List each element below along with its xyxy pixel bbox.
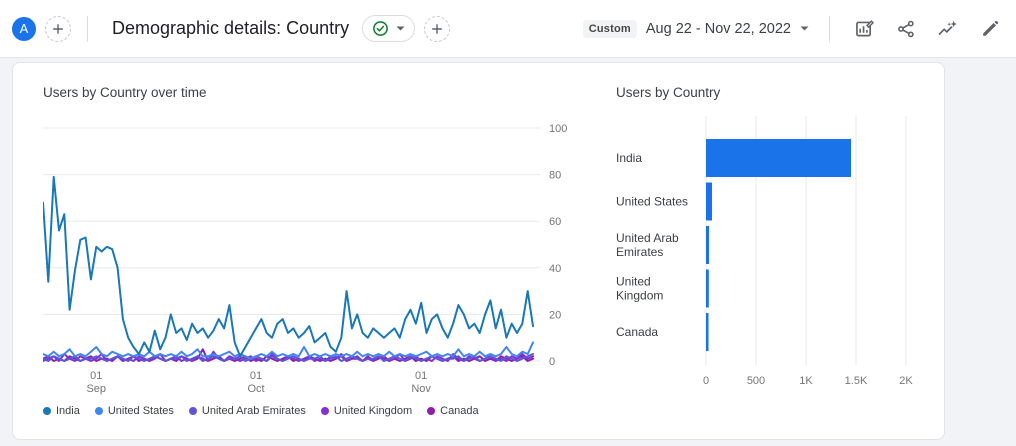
share-button[interactable] — [894, 17, 918, 41]
bar-united-kingdom[interactable] — [706, 269, 709, 308]
legend-label: United Kingdom — [333, 405, 413, 417]
y-axis-tick-label: 40 — [549, 263, 561, 275]
bar-united-states[interactable] — [706, 182, 712, 221]
bar-category-label: United States — [616, 195, 688, 209]
legend-dot-icon — [188, 407, 197, 415]
page-title: Demographic details: Country — [112, 18, 350, 38]
customize-report-button[interactable] — [852, 16, 877, 41]
bar-canada[interactable] — [706, 313, 709, 351]
add-comparison-button[interactable] — [45, 15, 71, 42]
legend-label: Canada — [440, 405, 479, 417]
chevron-down-icon — [800, 26, 809, 31]
date-range-picker[interactable]: Custom Aug 22 - Nov 22, 2022 — [582, 19, 809, 38]
x-axis-tick-label: 1.5K — [845, 375, 868, 387]
users-over-time-line-chart[interactable]: 10080604020001Sep01Oct01Nov — [43, 116, 588, 398]
y-axis-tick-label: 100 — [549, 123, 567, 135]
line-chart-title: Users by Country over time — [43, 85, 207, 100]
x-axis-tick-label: 2K — [899, 375, 913, 387]
share-icon — [896, 19, 916, 39]
bar-category-label: India — [616, 151, 642, 165]
account-avatar[interactable]: A — [12, 16, 36, 41]
check-circle-icon — [372, 20, 389, 37]
legend-label: India — [56, 405, 80, 417]
bar-category-label: Emirates — [616, 245, 663, 259]
x-axis-tick-month: Oct — [247, 383, 264, 395]
legend-dot-icon — [320, 407, 329, 415]
bar-united-arab-emirates[interactable] — [706, 226, 709, 264]
x-axis-tick-month: Nov — [411, 383, 431, 395]
bar-category-label: United — [616, 275, 651, 289]
legend-item: United States — [94, 405, 174, 417]
data-quality-dropdown[interactable] — [362, 15, 416, 42]
chart-legend: India United States United Arab Emirates Un… — [43, 405, 479, 417]
x-axis-tick-day: 01 — [250, 370, 262, 382]
legend-item: United Arab Emirates — [188, 405, 306, 417]
bar-category-label: Canada — [616, 325, 658, 339]
legend-label: United Arab Emirates — [201, 405, 306, 417]
x-axis-tick-label: 500 — [747, 375, 765, 387]
legend-dot-icon — [94, 407, 103, 415]
top-bar: A Demographic details: Country Custom Au… — [0, 0, 1016, 58]
y-axis-tick-label: 0 — [549, 356, 555, 368]
x-axis-tick-day: 01 — [90, 370, 102, 382]
legend-dot-icon — [43, 407, 51, 415]
bar-category-label: Kingdom — [616, 289, 663, 303]
chevron-down-icon — [396, 26, 405, 31]
date-range-label: Aug 22 - Nov 22, 2022 — [645, 20, 791, 37]
top-bar-left: A Demographic details: Country — [12, 15, 451, 42]
x-axis-tick-label: 1K — [799, 375, 813, 387]
legend-dot-icon — [427, 407, 436, 415]
edit-report-button[interactable] — [978, 17, 1002, 41]
bar-india[interactable] — [706, 139, 851, 177]
date-preset-badge: Custom — [582, 19, 637, 38]
y-axis-tick-label: 20 — [549, 309, 561, 321]
bar-chart-title: Users by Country — [616, 85, 721, 100]
y-axis-tick-label: 80 — [549, 170, 561, 182]
legend-label: United States — [107, 405, 174, 417]
legend-item: Canada — [427, 405, 479, 417]
legend-item: United Kingdom — [320, 405, 413, 417]
x-axis-tick-day: 01 — [415, 370, 427, 382]
edit-icon — [980, 19, 1000, 39]
x-axis-tick-month: Sep — [86, 383, 106, 395]
divider — [87, 15, 88, 42]
add-card-button[interactable] — [424, 15, 451, 42]
top-bar-right: Custom Aug 22 - Nov 22, 2022 — [582, 15, 1004, 42]
plus-icon — [52, 23, 64, 35]
legend-item: India — [43, 405, 80, 417]
line-series-india — [43, 175, 534, 358]
demographics-report-card: Users by Country over time 100 80 60 40 20 0 0… — [12, 62, 945, 440]
customize-report-icon — [854, 18, 875, 39]
plus-icon — [431, 23, 443, 35]
x-axis-tick-label: 0 — [703, 375, 709, 387]
insights-button[interactable] — [935, 17, 961, 41]
users-by-country-bar-chart[interactable]: 0 500 1K 1.5K 2K India United States United Ara… — [604, 103, 939, 403]
divider — [829, 15, 830, 42]
bar-category-label: United Arab — [616, 231, 679, 245]
y-axis-tick-label: 60 — [549, 216, 561, 228]
insights-icon — [937, 19, 959, 39]
